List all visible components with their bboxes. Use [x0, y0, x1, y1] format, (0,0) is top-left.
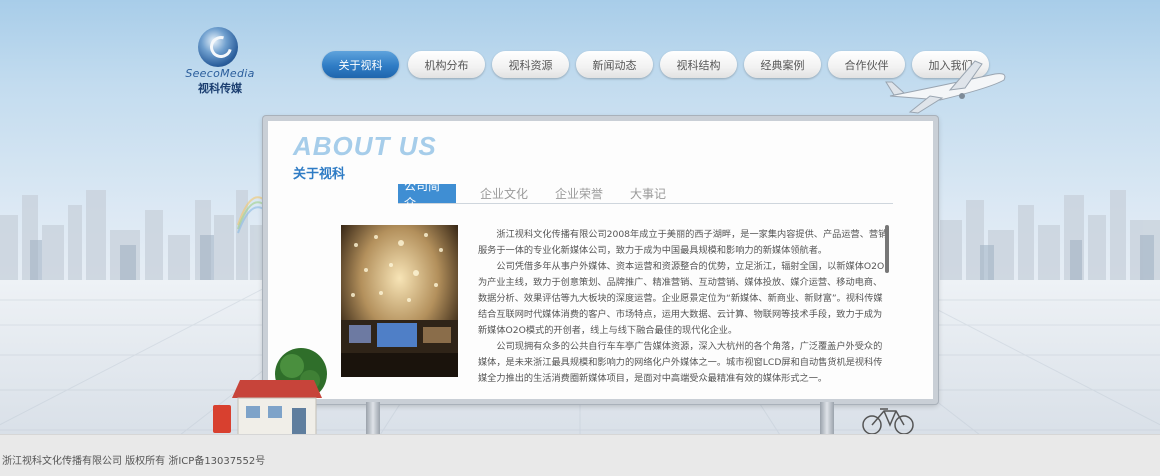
nav-item-cases[interactable]: 经典案例 — [744, 51, 821, 78]
profile-paragraph: 公司现拥有众多的公共自行车车亭广告媒体资源，深入大杭州的各个角落，广泛覆盖户外受… — [478, 341, 883, 384]
section-title-cn: 关于视科 — [293, 167, 346, 182]
globe-logo-icon — [198, 27, 238, 67]
mailbox-icon — [213, 405, 231, 433]
profile-paragraph: 浙江视科文化传播有限公司2008年成立于美丽的西子湖畔，是一家集内容提供、产品运… — [478, 229, 888, 256]
footer-copyright: 浙江视科文化传播有限公司 版权所有 浙ICP备13037552号 — [2, 456, 266, 467]
nav-item-news[interactable]: 新闻动态 — [576, 51, 653, 78]
nav-item-structure[interactable]: 视科结构 — [660, 51, 737, 78]
company-profile-text: 浙江视科文化传播有限公司2008年成立于美丽的西子湖畔，是一家集内容提供、产品运… — [478, 227, 888, 387]
brand-logo[interactable]: SeecoMedia 视科传媒 — [175, 27, 265, 97]
event-photo — [341, 225, 458, 377]
airplane-icon — [885, 60, 1006, 114]
brand-name-en: SeecoMedia — [185, 67, 255, 80]
nav-item-resources[interactable]: 视科资源 — [492, 51, 569, 78]
article-scrollbar[interactable] — [885, 225, 889, 273]
tab-honors[interactable]: 企业荣誉 — [553, 184, 605, 203]
billboard-post-left — [366, 402, 380, 434]
bicycle-icon — [862, 408, 914, 435]
tab-corporate-culture[interactable]: 企业文化 — [478, 184, 530, 203]
nav-item-about[interactable]: 关于视科 — [322, 51, 399, 78]
profile-paragraph: 公司凭借多年从事户外媒体、资本运营和资源整合的优势，立足浙江，辐射全国，以新媒体… — [478, 261, 885, 336]
brand-name-cn: 视科传媒 — [198, 82, 242, 95]
house-icon — [232, 380, 322, 435]
about-billboard: ABOUT US 关于视科 公司简介 企业文化 企业荣誉 大事记 浙江视科文化传… — [263, 116, 938, 404]
about-tabs: 公司简介 企业文化 企业荣誉 大事记 — [398, 179, 893, 210]
billboard-post-right — [820, 402, 834, 434]
footer: 浙江视科文化传播有限公司 版权所有 浙ICP备13037552号 — [0, 434, 1160, 476]
tab-milestones[interactable]: 大事记 — [628, 184, 668, 203]
nav-item-branches[interactable]: 机构分布 — [408, 51, 485, 78]
section-title-en: ABOUT US — [293, 131, 437, 161]
tab-company-profile[interactable]: 公司简介 — [398, 179, 456, 210]
